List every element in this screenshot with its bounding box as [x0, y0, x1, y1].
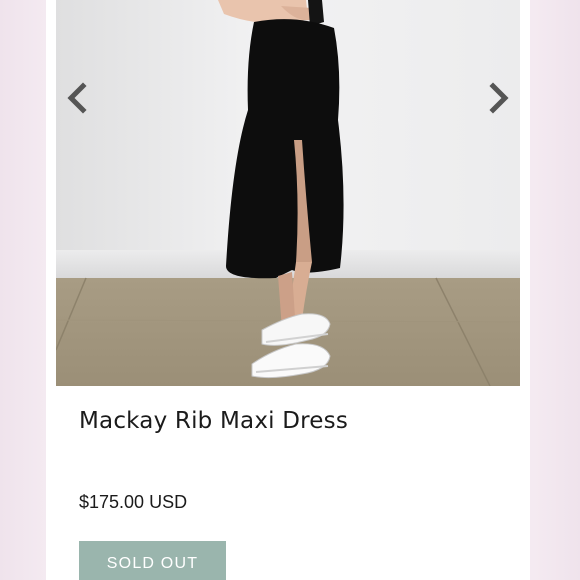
sold-out-button[interactable]: SOLD OUT — [79, 541, 226, 580]
chevron-left-icon — [67, 82, 87, 114]
product-photo — [56, 0, 520, 386]
previous-image-button[interactable] — [62, 78, 98, 118]
product-card: Mackay Rib Maxi Dress $175.00 USD SOLD O… — [46, 0, 530, 580]
product-image-gallery[interactable] — [56, 0, 520, 386]
chevron-right-icon — [489, 82, 509, 114]
product-title: Mackay Rib Maxi Dress — [79, 408, 349, 434]
page: Mackay Rib Maxi Dress $175.00 USD SOLD O… — [0, 0, 580, 580]
next-image-button[interactable] — [478, 78, 514, 118]
product-price: $175.00 USD — [79, 492, 188, 512]
